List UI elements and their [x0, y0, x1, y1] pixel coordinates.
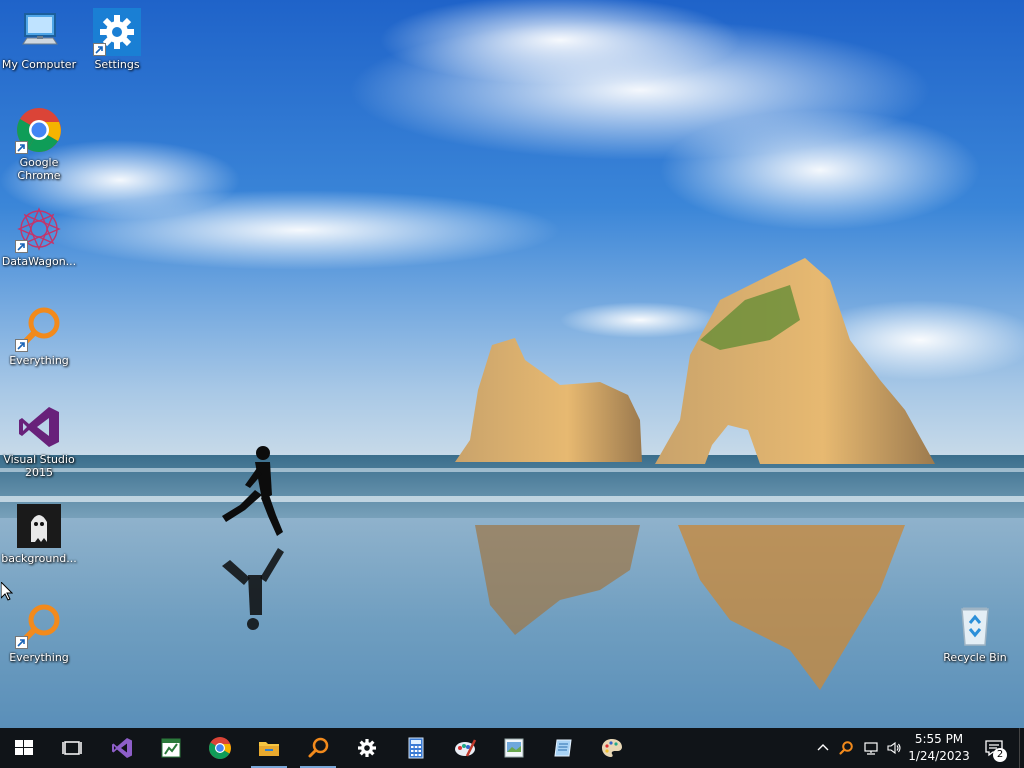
taskbar-visual-studio[interactable] [98, 728, 146, 768]
shortcut-arrow-icon [15, 339, 28, 352]
recycle-bin-icon [951, 601, 999, 649]
paint-brush-icon [455, 739, 477, 757]
desktop-icon-google-chrome[interactable]: Google Chrome [0, 106, 78, 182]
desktop-icon-label: My Computer [1, 58, 77, 71]
desktop-icon-my-computer[interactable]: My Computer [0, 8, 78, 71]
visual-studio-icon [15, 403, 63, 451]
desktop-wallpaper [0, 0, 1024, 728]
start-button[interactable] [0, 728, 48, 768]
chrome-icon [15, 106, 63, 154]
desktop-icon-recycle-bin[interactable]: Recycle Bin [936, 601, 1014, 664]
taskbar-calculator[interactable] [392, 728, 440, 768]
tray-volume[interactable] [884, 728, 904, 768]
desktop-icon-label: Everything [9, 651, 69, 664]
show-hidden-icons-button[interactable] [814, 728, 832, 768]
ghost-image-icon [15, 502, 63, 550]
desktop-icon-visual-studio[interactable]: Visual Studio 2015 [0, 403, 78, 479]
desktop-icon-settings[interactable]: Settings [78, 8, 156, 71]
gear-icon [93, 8, 141, 56]
taskbar-spreadsheet[interactable] [147, 728, 195, 768]
everything-icon [308, 737, 329, 758]
clock-time: 5:55 PM [914, 732, 964, 746]
calculator-icon [408, 737, 424, 759]
desktop-icon-background-image[interactable]: background... [0, 502, 78, 565]
everything-icon [15, 304, 63, 352]
shortcut-arrow-icon [93, 43, 106, 56]
desktop-icon-label: Recycle Bin [943, 651, 1007, 664]
action-center-button[interactable] [979, 728, 1009, 768]
desktop-icon-label: DataWagon... [1, 255, 77, 268]
gear-icon [358, 739, 376, 757]
mouse-cursor-icon [0, 580, 14, 605]
desktop-icon-label: Google Chrome [17, 156, 61, 182]
shortcut-arrow-icon [15, 141, 28, 154]
desktop-icon-label: Settings [94, 58, 140, 71]
desktop-icon-label: Visual Studio 2015 [3, 453, 75, 479]
image-viewer-icon [504, 738, 524, 758]
network-icon [864, 742, 878, 755]
clock-date: 1/24/2023 [908, 749, 970, 763]
desktop-icon-everything[interactable]: Everything [0, 304, 78, 367]
show-desktop-button[interactable] [1019, 728, 1024, 768]
taskbar-notepad[interactable] [539, 728, 587, 768]
task-view-button[interactable] [48, 728, 96, 768]
chrome-icon [209, 737, 231, 759]
taskbar-paint[interactable] [441, 728, 489, 768]
desktop-icon-label: background... [1, 552, 77, 565]
everything-icon [15, 601, 63, 649]
windows-start-icon [15, 740, 33, 755]
spreadsheet-icon [161, 738, 181, 758]
notification-count-badge: 2 [993, 748, 1007, 762]
tray-everything[interactable] [836, 728, 856, 768]
file-explorer-icon [259, 742, 279, 756]
shortcut-arrow-icon [15, 240, 28, 253]
datawagon-icon [15, 205, 63, 253]
taskbar-file-explorer[interactable] [245, 728, 293, 768]
task-view-icon [62, 741, 82, 755]
taskbar-chrome[interactable] [196, 728, 244, 768]
desktop-icon-everything-2[interactable]: Everything [0, 601, 78, 664]
taskbar-image-viewer[interactable] [490, 728, 538, 768]
visual-studio-icon [112, 738, 132, 758]
volume-icon [887, 741, 901, 755]
taskbar-palette[interactable] [588, 728, 636, 768]
taskbar-clock[interactable]: 5:55 PM 1/24/2023 [906, 731, 972, 765]
shortcut-arrow-icon [15, 636, 28, 649]
chevron-up-icon [817, 744, 829, 751]
taskbar-everything[interactable] [294, 728, 342, 768]
taskbar-settings[interactable] [343, 728, 391, 768]
notepad-icon [554, 739, 572, 757]
palette-icon [602, 739, 622, 757]
desktop-icon-label: Everything [9, 354, 69, 367]
everything-tray-icon [839, 741, 853, 755]
tray-network[interactable] [860, 728, 882, 768]
my-computer-icon [15, 8, 63, 56]
taskbar: 5:55 PM 1/24/2023 2 [0, 728, 1024, 768]
desktop-icon-datawagon[interactable]: DataWagon... [0, 205, 78, 268]
